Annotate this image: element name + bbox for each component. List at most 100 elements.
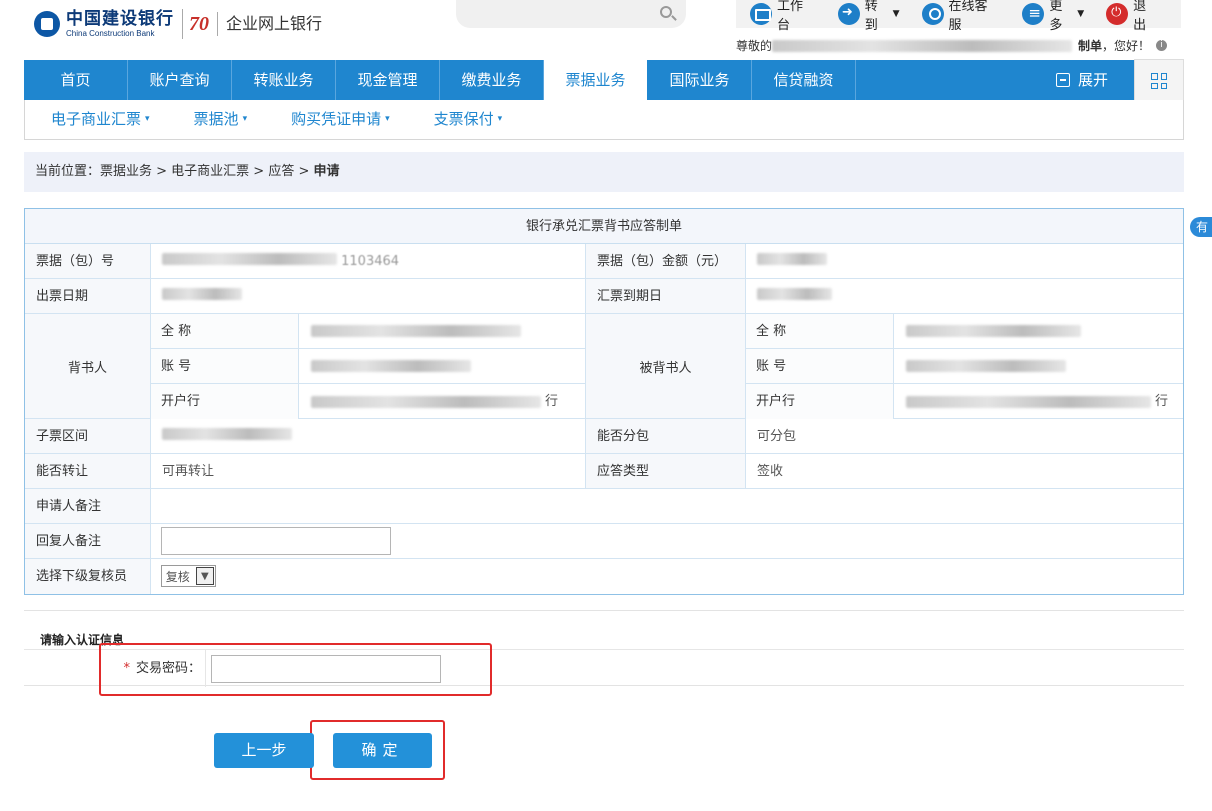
goto-label: 转到 — [864, 0, 878, 33]
grid-icon — [1151, 73, 1167, 89]
issue-date-value — [151, 279, 586, 313]
endorsee-account-value — [894, 349, 1183, 383]
endorser-bank-label: 开户行 — [151, 384, 299, 419]
chevron-down-icon: ▾ — [497, 114, 503, 124]
expand-icon — [1055, 73, 1070, 87]
logout-label: 退出 — [1133, 0, 1147, 33]
nav-account-query[interactable]: 账户查询 — [128, 60, 232, 100]
breadcrumb-path: 票据业务 > 电子商业汇票 > 应答 > — [100, 164, 314, 179]
info-icon[interactable]: i — [1156, 40, 1168, 51]
sub-range-label: 子票区间 — [25, 419, 151, 453]
endorser-account-value — [299, 349, 585, 383]
endorsee-name-label: 全 称 — [746, 314, 894, 348]
redacted-text — [162, 428, 292, 440]
nav-credit[interactable]: 信贷融资 — [752, 60, 856, 100]
reply-remark-cell — [151, 524, 1183, 558]
reviewer-row: 选择下级复核员 复核 ▼ — [25, 559, 1183, 594]
subnav-voucher-purchase[interactable]: 购买凭证申请 ▾ — [291, 100, 390, 138]
redacted-text — [311, 395, 541, 408]
amount-label: 票据（包）金额（元） — [586, 244, 746, 278]
nav-bills[interactable]: 票据业务 — [544, 60, 648, 100]
splittable-value: 可分包 — [757, 429, 797, 444]
endorsee-account-label: 账 号 — [746, 349, 894, 383]
date-row: 出票日期 汇票到期日 — [25, 279, 1183, 314]
due-date-value — [746, 279, 1183, 313]
endorser-bank-value: 行 — [299, 384, 585, 419]
nav-international[interactable]: 国际业务 — [648, 60, 752, 100]
logo-chinese: 中国建设银行 — [66, 8, 174, 29]
sub-range-value — [151, 419, 586, 453]
redacted-text — [311, 360, 471, 372]
bill-number-row: 票据（包）号 1103464 票据（包）金额（元） — [25, 244, 1183, 279]
bank-logo: 中国建设银行 China Construction Bank 70 企业网上银行 — [34, 9, 322, 39]
top-toolbar: 工作台 转到 ▼ 在线客服 更多 ▼ 退出 — [736, 0, 1181, 33]
response-type-label: 应答类型 — [586, 454, 746, 488]
nav-cash-management[interactable]: 现金管理 — [336, 60, 440, 100]
reviewer-cell: 复核 ▼ — [151, 559, 1183, 594]
reply-remark-input[interactable] — [160, 527, 391, 555]
workbench-button[interactable]: 工作台 — [750, 0, 816, 33]
expand-button[interactable]: 展开 — [1055, 60, 1108, 100]
endorser-name-label: 全 称 — [151, 314, 299, 348]
reviewer-label: 选择下级复核员 — [25, 559, 151, 594]
reply-remark-label: 回复人备注 — [25, 524, 151, 558]
chevron-down-icon: ▾ — [385, 114, 390, 124]
confirm-button[interactable]: 确定 — [333, 733, 432, 768]
grid-menu-button[interactable] — [1134, 59, 1184, 103]
online-service-button[interactable]: 在线客服 — [921, 0, 1001, 33]
redacted-text — [311, 325, 521, 337]
side-float-tab[interactable]: 有 — [1190, 217, 1212, 237]
transferable-value: 可再转让 — [151, 454, 586, 488]
greeting-suffix: ，您好！ — [1102, 39, 1151, 53]
list-icon — [1022, 3, 1045, 25]
nav-payment[interactable]: 缴费业务 — [440, 60, 544, 100]
workbench-label: 工作台 — [776, 0, 803, 33]
endorsee-details: 全 称 账 号 开户行 行 — [746, 314, 1183, 419]
applicant-remark-label: 申请人备注 — [25, 489, 151, 523]
more-button[interactable]: 更多 ▼ — [1022, 0, 1084, 33]
anniversary-logo: 70 — [182, 9, 209, 39]
endorser-account-label: 账 号 — [151, 349, 299, 383]
breadcrumb-current: 申请 — [313, 164, 340, 179]
applicant-remark-row: 申请人备注 — [25, 489, 1183, 524]
main-nav: 首页 账户查询 转账业务 现金管理 缴费业务 票据业务 国际业务 信贷融资 展开 — [24, 59, 1184, 103]
person-icon — [921, 3, 944, 25]
endorser-bank-suffix: 行 — [545, 394, 559, 409]
greeting-role: 制单 — [1078, 39, 1103, 53]
nav-transfer[interactable]: 转账业务 — [232, 60, 336, 100]
applicant-remark-value — [151, 489, 1183, 523]
splittable-label: 能否分包 — [586, 419, 746, 453]
sub-range-row: 子票区间 能否分包 可分包 — [25, 419, 1183, 454]
reviewer-selected: 复核 — [165, 569, 190, 584]
more-label: 更多 — [1049, 0, 1063, 33]
prev-step-button[interactable]: 上一步 — [214, 733, 314, 768]
party-block: 背书人 全 称 账 号 开户行 行 被背书人 全 称 账 号 开户行 行 — [25, 314, 1183, 419]
search-icon[interactable] — [660, 6, 672, 18]
search-box[interactable] — [456, 0, 686, 28]
subnav-label: 票据池 — [193, 110, 239, 128]
subnav-e-commercial-bill[interactable]: 电子商业汇票 ▾ — [51, 100, 150, 138]
endorsee-bank-value: 行 — [894, 384, 1183, 419]
redacted-text — [906, 325, 1081, 337]
logout-button[interactable]: 退出 — [1106, 0, 1159, 33]
chevron-down-icon[interactable]: ▼ — [195, 567, 214, 585]
endorser-name-value — [299, 314, 585, 348]
greeting-prefix: 尊敬的 — [736, 39, 773, 53]
transferable-label: 能否转让 — [25, 454, 151, 488]
subnav-label: 购买凭证申请 — [291, 110, 382, 128]
goto-button[interactable]: 转到 ▼ — [837, 0, 900, 33]
caret-down-icon: ▼ — [1077, 9, 1085, 19]
reviewer-select[interactable]: 复核 ▼ — [160, 565, 216, 587]
subnav-label: 电子商业汇票 — [51, 110, 142, 128]
subnav-check-guarantee[interactable]: 支票保付 ▾ — [434, 100, 503, 138]
password-highlight-box — [99, 643, 492, 696]
nav-home[interactable]: 首页 — [24, 60, 128, 100]
caret-down-icon: ▼ — [892, 9, 900, 19]
bill-no-value: 1103464 — [151, 244, 586, 278]
site-subtitle: 企业网上银行 — [217, 12, 322, 36]
power-icon — [1106, 3, 1129, 25]
redacted-text — [162, 253, 337, 265]
subnav-bill-pool[interactable]: 票据池 ▾ — [194, 100, 248, 138]
chevron-down-icon: ▾ — [145, 114, 150, 124]
due-date-label: 汇票到期日 — [586, 279, 746, 313]
